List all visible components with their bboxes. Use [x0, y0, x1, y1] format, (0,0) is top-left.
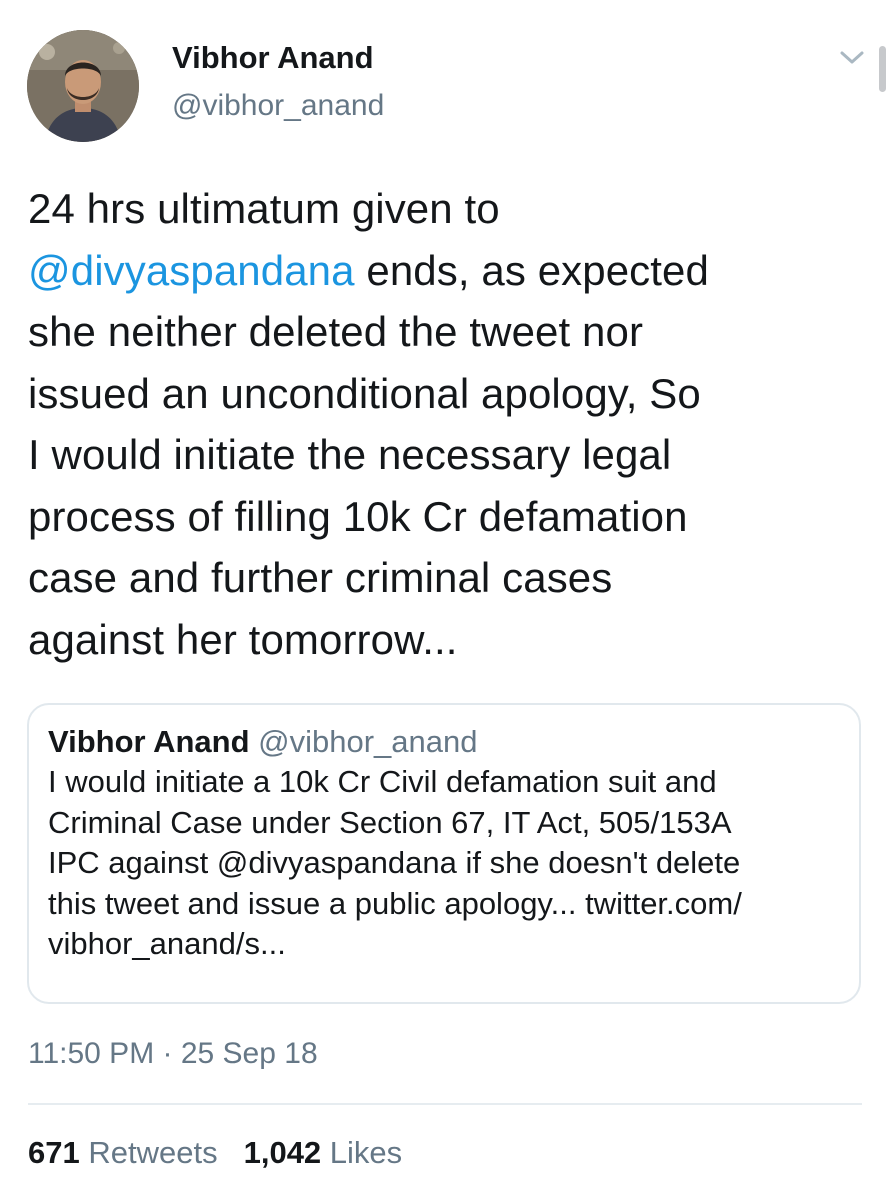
quoted-tweet-line: I would initiate a 10k Cr Civil defamati…: [48, 764, 717, 799]
quoted-tweet-line: Criminal Case under Section 67, IT Act, …: [48, 804, 732, 840]
quoted-tweet-line: IPC against @divyaspandana if she doesn'…: [48, 845, 741, 880]
likes-stat[interactable]: 1,042 Likes: [244, 1135, 403, 1170]
user-avatar-photo-icon: [27, 30, 139, 142]
tweet-text-line: against her tomorrow...: [28, 609, 858, 671]
mention-link[interactable]: @divyaspandana: [28, 247, 355, 294]
chevron-down-icon: [840, 51, 864, 64]
quoted-tweet-card[interactable]: Vibhor Anand @vibhor_anand I would initi…: [27, 703, 861, 1004]
retweets-stat[interactable]: 671 Retweets: [28, 1135, 218, 1170]
author-avatar[interactable]: [27, 30, 139, 142]
tweet-stats: 671 Retweets 1,042 Likes: [28, 1135, 402, 1171]
tweet-text: 24 hrs ultimatum given to @divyaspandana …: [28, 178, 858, 670]
tweet-text-line: I would initiate the necessary legal: [28, 424, 858, 486]
tweet-text-line: case and further criminal cases: [28, 547, 858, 609]
quoted-tweet-handle: @vibhor_anand: [258, 724, 478, 759]
retweets-count: 671: [28, 1135, 80, 1170]
quoted-tweet-header: Vibhor Anand @vibhor_anand: [48, 722, 848, 762]
quoted-tweet-display-name: Vibhor Anand: [48, 724, 250, 759]
author-handle[interactable]: @vibhor_anand: [172, 91, 384, 121]
tweet-text-segment: process of filling 10k Cr defamation: [28, 492, 688, 540]
tweet-text-line: @divyaspandana ends, as expected: [28, 240, 858, 302]
tweet-text-segment: issued an unconditional apology, So: [28, 369, 701, 417]
quoted-tweet-text: I would initiate a 10k Cr Civil defamati…: [48, 762, 848, 965]
tweet-text-segment: case and further criminal cases: [28, 554, 613, 601]
tweet-text-line: 24 hrs ultimatum given to: [28, 178, 858, 240]
tweet-text-segment: ends, as expected: [354, 246, 709, 294]
tweet-text-line: issued an unconditional apology, So: [28, 363, 858, 425]
likes-label: Likes: [329, 1135, 403, 1170]
likes-count: 1,042: [243, 1135, 322, 1170]
tweet-text-segment: 24 hrs ultimatum given to: [28, 185, 500, 232]
tweet-text-segment: she neither deleted the tweet nor: [28, 308, 644, 355]
divider: [28, 1103, 862, 1105]
scrollbar-thumb[interactable]: [879, 46, 886, 92]
tweet-text-line: she neither deleted the tweet nor: [28, 301, 858, 363]
tweet-text-segment: I would initiate the necessary legal: [28, 431, 672, 478]
tweet-text-segment: against her tomorrow...: [28, 615, 458, 663]
tweet-menu-button[interactable]: [838, 48, 866, 68]
tweet-text-line: process of filling 10k Cr defamation: [28, 486, 858, 548]
tweet-timestamp[interactable]: 11:50 PM · 25 Sep 18: [28, 1037, 318, 1071]
author-display-name[interactable]: Vibhor Anand: [172, 42, 374, 73]
quoted-tweet-line: this tweet and issue a public apology...…: [48, 885, 742, 921]
quoted-tweet-line: vibhor_anand/s...: [48, 926, 286, 961]
retweets-label: Retweets: [88, 1135, 218, 1170]
